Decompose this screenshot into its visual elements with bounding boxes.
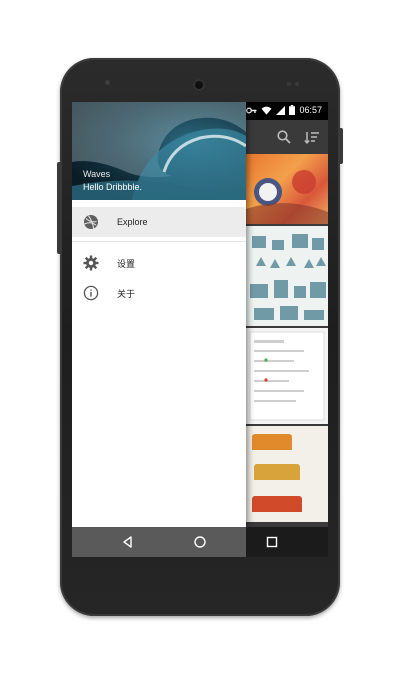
power-button <box>339 128 343 164</box>
gear-icon <box>83 255 99 271</box>
drawer-item-settings[interactable]: 设置 <box>72 248 246 278</box>
info-icon <box>83 285 99 301</box>
device-screen: 06:57 Waves Hello Dribbble. Explore 设置 关… <box>72 102 328 557</box>
light-sensor-2 <box>295 82 299 86</box>
drawer-item-explore[interactable]: Explore <box>72 207 246 237</box>
drawer-item-about[interactable]: 关于 <box>72 278 246 308</box>
shot-thumbnail[interactable] <box>246 226 328 326</box>
back-icon[interactable] <box>120 534 136 550</box>
status-time: 06:57 <box>299 105 322 115</box>
proximity-sensor <box>105 80 110 85</box>
drawer-item-label: 关于 <box>117 288 136 299</box>
drawer-header: Waves Hello Dribbble. <box>72 102 246 200</box>
home-icon[interactable] <box>192 534 208 550</box>
drawer-item-label: Explore <box>117 217 148 227</box>
battery-icon <box>289 105 296 115</box>
shot-thumbnail[interactable] <box>246 426 328 522</box>
wifi-icon <box>261 106 272 115</box>
light-sensor <box>287 82 291 86</box>
drawer-header-title: Waves <box>83 169 111 179</box>
key-icon <box>246 107 257 113</box>
signal-icon <box>276 105 286 115</box>
sort-icon[interactable] <box>304 129 320 145</box>
shot-thumbnail[interactable] <box>246 154 328 224</box>
volume-button <box>57 162 61 254</box>
search-icon[interactable] <box>276 129 292 145</box>
drawer-header-subtitle: Hello Dribbble. <box>83 182 143 192</box>
drawer-item-label: 设置 <box>117 258 136 269</box>
drawer-divider <box>72 241 246 242</box>
navbar-shade <box>72 527 246 557</box>
navigation-drawer: Waves Hello Dribbble. Explore 设置 关于 <box>72 102 246 527</box>
recents-icon[interactable] <box>264 534 280 550</box>
shot-thumbnail[interactable] <box>246 328 328 424</box>
system-navigation-bar <box>72 527 328 557</box>
dribbble-icon <box>84 215 98 229</box>
front-camera <box>193 79 205 91</box>
